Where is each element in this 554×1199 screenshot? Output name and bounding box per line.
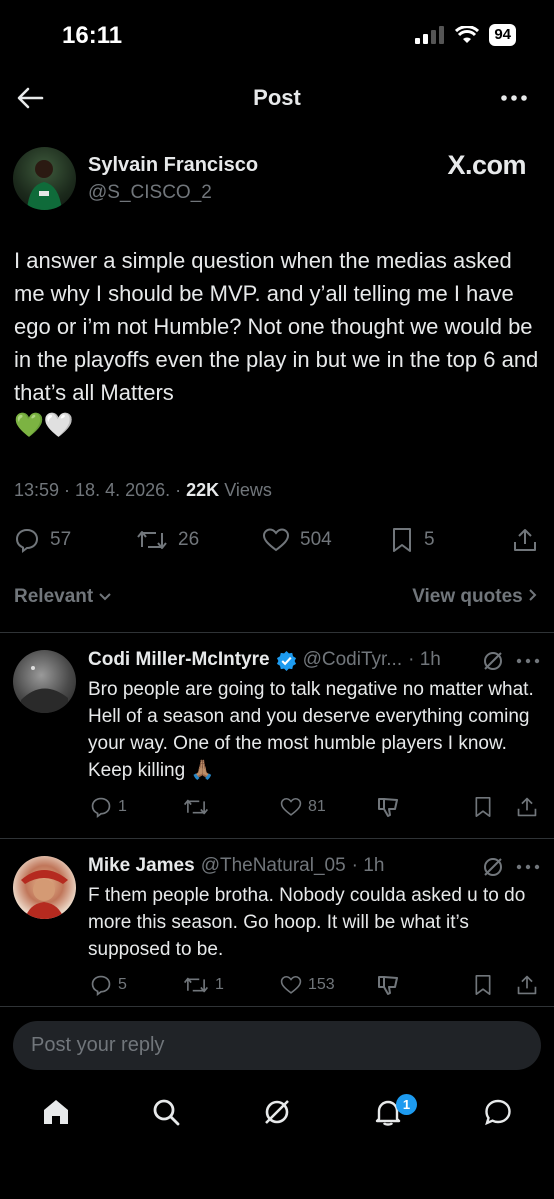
- views-label: Views: [224, 480, 272, 500]
- like-count: 504: [300, 529, 332, 550]
- repost-icon: [137, 531, 167, 549]
- reply-author-handle[interactable]: @CodiTyr...: [303, 649, 403, 671]
- chevron-down-icon: [99, 593, 112, 601]
- post-time: 13:59: [14, 480, 60, 500]
- more-icon[interactable]: [516, 862, 540, 872]
- reply-reply-count: 1: [118, 798, 127, 815]
- reply-repost-button[interactable]: [183, 796, 215, 818]
- bookmark-icon[interactable]: [473, 796, 493, 818]
- reply-avatar[interactable]: [13, 856, 76, 919]
- dislike-icon[interactable]: [376, 796, 400, 818]
- post-emojis: 💚🤍: [14, 412, 74, 439]
- post-body: I answer a simple question when the medi…: [14, 248, 539, 405]
- notification-badge: 1: [396, 1094, 417, 1115]
- reply-author-name[interactable]: Mike James: [88, 855, 195, 877]
- reply-composer-input[interactable]: Post your reply: [13, 1021, 541, 1070]
- chevron-right-icon: [529, 589, 537, 601]
- status-time: 16:11: [62, 22, 123, 49]
- x-com-logo: X.com: [447, 150, 526, 180]
- verified-icon: [276, 650, 296, 671]
- reply-icon: [91, 797, 111, 818]
- reply-button[interactable]: 57: [14, 527, 71, 553]
- reply-repost-button[interactable]: 1: [183, 974, 224, 996]
- bookmark-button[interactable]: 5: [390, 527, 435, 553]
- sort-label: Relevant: [14, 586, 94, 607]
- share-icon[interactable]: [516, 974, 538, 996]
- divider: [0, 632, 554, 633]
- reply-reply-count: 5: [118, 976, 127, 993]
- more-icon[interactable]: [516, 656, 540, 666]
- like-icon: [262, 528, 290, 552]
- repost-count: 26: [178, 529, 200, 550]
- reply-time: · 1h: [351, 855, 385, 876]
- grok-icon[interactable]: [482, 650, 504, 672]
- bookmark-count: 5: [424, 529, 435, 550]
- reply-header: Mike James @TheNatural_05 · 1h: [88, 855, 384, 877]
- post-date: 18. 4. 2026.: [75, 480, 171, 500]
- author-handle[interactable]: @S_CISCO_2: [88, 182, 212, 204]
- like-icon: [280, 797, 302, 816]
- repost-icon: [183, 799, 209, 815]
- like-icon: [280, 975, 302, 994]
- reply-icon: [15, 528, 39, 553]
- reply-reply-button[interactable]: 1: [90, 796, 127, 818]
- reply-time: · 1h: [408, 649, 441, 670]
- wifi-icon: [455, 26, 480, 43]
- post-text: I answer a simple question when the medi…: [14, 244, 542, 442]
- battery-indicator: 94: [489, 24, 516, 46]
- reply-body: F them people brotha. Nobody coulda aske…: [88, 885, 526, 960]
- share-icon[interactable]: [512, 527, 538, 553]
- reply-count: 57: [50, 529, 72, 550]
- reply-text: Bro people are going to talk negative no…: [88, 676, 538, 784]
- reply-avatar[interactable]: [13, 650, 76, 713]
- reply-emoji: 🙏🏽: [190, 760, 215, 781]
- grok-icon[interactable]: [482, 856, 504, 878]
- signal-icon: [415, 26, 445, 44]
- grok-icon[interactable]: [262, 1097, 292, 1127]
- home-icon[interactable]: [41, 1097, 71, 1127]
- author-name[interactable]: Sylvain Francisco: [88, 154, 258, 177]
- reply-like-count: 153: [308, 976, 335, 993]
- post-meta: 13:59 · 18. 4. 2026. · 22K Views: [14, 480, 272, 500]
- status-icons: 94: [415, 24, 516, 46]
- divider: [0, 838, 554, 839]
- repost-icon: [183, 977, 209, 993]
- reply-reply-button[interactable]: 5: [90, 974, 127, 996]
- divider: [0, 1006, 554, 1007]
- reply-repost-count: 1: [215, 976, 224, 993]
- page-title: Post: [253, 85, 301, 110]
- more-icon[interactable]: [500, 86, 528, 110]
- view-quotes-link[interactable]: View quotes: [412, 586, 538, 608]
- reply-like-count: 81: [308, 798, 326, 815]
- reply-author-name[interactable]: Codi Miller-McIntyre: [88, 649, 270, 671]
- reply-author-handle[interactable]: @TheNatural_05: [201, 855, 346, 877]
- reply-header: Codi Miller-McIntyre @CodiTyr... · 1h: [88, 649, 441, 671]
- like-button[interactable]: 504: [262, 527, 332, 553]
- share-icon[interactable]: [516, 796, 538, 818]
- reply-like-button[interactable]: 153: [280, 974, 335, 996]
- reply-icon: [91, 975, 111, 996]
- author-avatar[interactable]: [13, 147, 76, 210]
- reply-text: F them people brotha. Nobody coulda aske…: [88, 882, 538, 963]
- views-count: 22K: [186, 480, 220, 500]
- reply-like-button[interactable]: 81: [280, 796, 326, 818]
- sort-dropdown[interactable]: Relevant: [14, 586, 112, 608]
- dislike-icon[interactable]: [376, 974, 400, 996]
- view-quotes-label: View quotes: [412, 586, 523, 607]
- bookmark-icon[interactable]: [473, 974, 493, 996]
- repost-button[interactable]: 26: [136, 527, 199, 553]
- bookmark-icon: [393, 528, 411, 552]
- messages-icon[interactable]: [483, 1097, 513, 1127]
- search-icon[interactable]: [151, 1097, 181, 1127]
- reply-body: Bro people are going to talk negative no…: [88, 679, 534, 781]
